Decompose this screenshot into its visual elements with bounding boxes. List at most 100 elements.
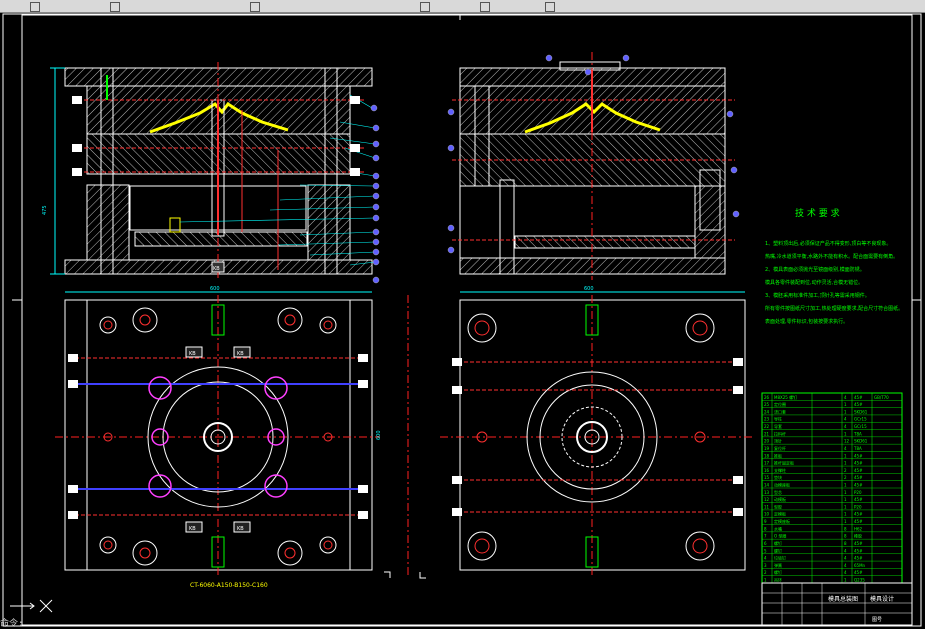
- left-plan-view: KB KB KB KB 600 600 CT-6060-A150-B150-C1…: [55, 286, 391, 589]
- ucs-icon: [10, 599, 53, 613]
- bom-cell: 45#: [854, 395, 863, 400]
- company-name: 模具设计: [870, 595, 894, 603]
- bom-cell: 2: [764, 570, 767, 575]
- bom-cell: 45#: [854, 519, 863, 524]
- bom-cell: 型芯: [774, 489, 782, 495]
- bom-cell: 45#: [854, 461, 863, 466]
- bom-cell: 螺钉: [774, 547, 782, 553]
- bom-cell: GCr15: [854, 417, 867, 422]
- bom-cell: 20: [764, 439, 770, 444]
- bom-cell: T8A: [853, 431, 862, 436]
- bom-cell: 1: [844, 578, 847, 583]
- support-block-left: [86, 184, 130, 261]
- command-line-prompt: 命令:: [0, 619, 24, 629]
- bom-cell: 26: [764, 395, 770, 400]
- bom-cell: 水嘴: [774, 525, 782, 531]
- plan-view-label: CT-6060-A150-B150-C160: [190, 582, 268, 589]
- bom-cell: 6: [764, 541, 767, 546]
- bom-cell: 垫块: [774, 474, 782, 480]
- bom-cell: 19: [764, 446, 770, 451]
- bom-cell: 25: [764, 402, 770, 407]
- bom-cell: P20: [854, 504, 862, 509]
- bom-cell: 45#: [854, 548, 863, 553]
- bom-cell: 2: [844, 475, 847, 480]
- bom-cell: 8: [844, 534, 847, 539]
- bom-cell: 1: [844, 453, 847, 458]
- bom-cell: 定模座板: [774, 518, 790, 524]
- bom-cell: 8: [844, 526, 847, 531]
- bom-cell: H62: [854, 526, 863, 531]
- bom-rows: 26 M8X25 螺钉 4 45# GB/T7025 定位圈 1 45#24 浇口套 1 SKD61…: [762, 394, 902, 584]
- bom-cell: 1: [844, 402, 847, 407]
- bom-cell: 螺钉: [774, 540, 782, 546]
- bom-cell: O 型圈: [774, 533, 786, 539]
- bom-cell: 22: [764, 424, 770, 429]
- tech-note: 模具各零件装配到位,动作灵活,合模无错位。: [765, 279, 863, 286]
- bom-cell: 17: [764, 461, 770, 466]
- bom-cell: 拉料杆: [774, 430, 786, 436]
- support-block-r-left: [459, 185, 501, 259]
- command-line[interactable]: 命令:: [0, 616, 170, 629]
- bom-cell: 1: [844, 504, 847, 509]
- part-balloons[interactable]: [370, 104, 380, 284]
- bom-cell: 推板: [774, 452, 782, 458]
- bom-cell: 1: [844, 490, 847, 495]
- bom-cell: 21: [764, 431, 770, 436]
- bom-cell: 16: [764, 468, 770, 473]
- ejector-plate-r: [514, 235, 696, 249]
- kb-label-plan: KB: [237, 351, 244, 357]
- kb-label-section: KB: [213, 266, 220, 272]
- tech-note: 表面处理,零件标识,包装按要求执行。: [765, 318, 848, 325]
- tech-note: 热嘴,冷水道须平衡,水路外不能有积水。配合面需要有倒角。: [765, 253, 898, 260]
- bom-cell: 23: [764, 417, 770, 422]
- bom-cell: 橡胶: [854, 533, 862, 539]
- bom-cell: 动模座板: [774, 482, 790, 488]
- bom-cell: 4: [844, 548, 847, 553]
- bom-cell: 45#: [854, 468, 863, 473]
- bom-cell: 支撑柱: [774, 467, 786, 473]
- bom-cell: 4: [844, 563, 847, 568]
- bom-cell: 7: [764, 534, 767, 539]
- dim-plan-height: 600: [376, 430, 382, 440]
- bom-cell: 4: [844, 417, 847, 422]
- technical-requirements: 技 术 要 求 1、塑料顶出后,必须保证产品不得变形,顶白等不良现象。 热嘴,冷…: [765, 207, 903, 325]
- bom-cell: 14: [764, 483, 770, 488]
- bom-cell: 垃圾钉: [774, 555, 786, 561]
- bom-cell: 螺钉: [774, 569, 782, 575]
- bom-cell: 45#: [854, 453, 863, 458]
- bom-cell: 1: [844, 497, 847, 502]
- bom-cell: M8X25 螺钉: [774, 394, 797, 400]
- bom-cell: GB/T70: [874, 395, 889, 400]
- view-corner-mark: [384, 571, 391, 578]
- bom-cell: 吊环: [774, 578, 782, 583]
- bom-cell: GCr15: [854, 424, 867, 429]
- bom-cell: 复位杆: [774, 445, 786, 451]
- title-block: 模具总装图 模具设计 图号: [761, 582, 913, 626]
- bom-cell: 1: [844, 519, 847, 524]
- cad-drawing-canvas[interactable]: KB 475 KB KB KB KB 600 600 CT-6060-A150-…: [0, 0, 925, 629]
- bom-cell: 15: [764, 475, 770, 480]
- bom-table: 26 M8X25 螺钉 4 45# GB/T7025 定位圈 1 45#24 浇口套 1 SKD61…: [761, 392, 903, 584]
- dim-plan-width-left: 600: [210, 286, 220, 292]
- bom-cell: 4: [844, 424, 847, 429]
- tech-title: 技 术 要 求: [795, 207, 840, 219]
- bom-cell: 18: [764, 453, 770, 458]
- title-block-border: [761, 582, 913, 626]
- bom-cell: 导套: [774, 423, 782, 429]
- bom-cell: 1: [844, 483, 847, 488]
- left-section-view: KB 475: [42, 62, 380, 284]
- bom-cell: SKD61: [854, 439, 868, 444]
- kb-label-plan: KB: [189, 351, 196, 357]
- kb-label-plan: KB: [189, 526, 196, 532]
- drawing-number: 图号: [872, 617, 882, 623]
- right-section-view: [447, 52, 740, 280]
- bom-cell: 10: [764, 512, 770, 517]
- kb-label-plan: KB: [237, 526, 244, 532]
- bom-cell: 1: [844, 409, 847, 414]
- tech-note: 1、塑料顶出后,必须保证产品不得变形,顶白等不良现象。: [765, 240, 891, 247]
- tech-note: 2、模具表面必须抛光至镜面级别,模面防锈。: [765, 266, 865, 273]
- ejector-plate: [134, 231, 308, 247]
- plan-outer-plate-r: [459, 299, 746, 571]
- bom-cell: 定位圈: [774, 401, 786, 407]
- bom-cell: 45#: [854, 402, 863, 407]
